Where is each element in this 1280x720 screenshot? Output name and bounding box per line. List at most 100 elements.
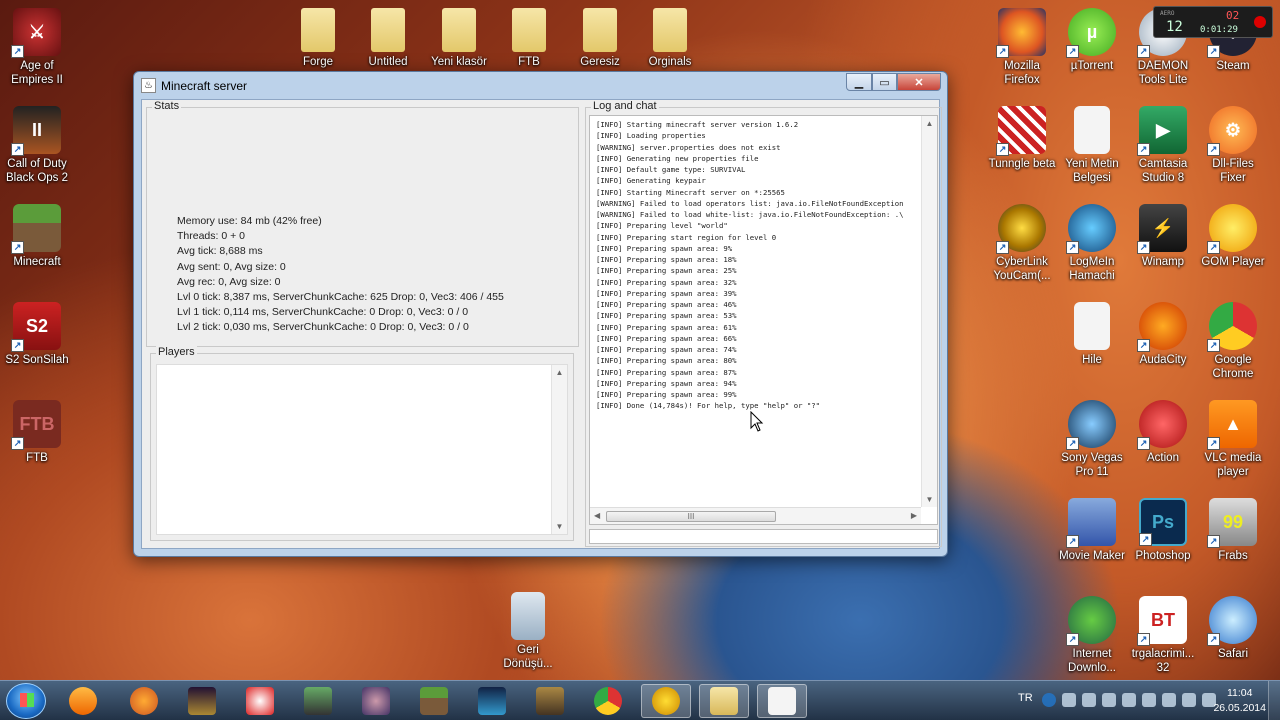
stat-avg-tick: Avg tick: 8,688 ms xyxy=(177,245,263,258)
desktop-icon-action[interactable]: ↗ Action xyxy=(1128,400,1198,465)
stat-lvl-1: Lvl 1 tick: 0,114 ms, ServerChunkCache: … xyxy=(177,306,469,319)
taskbar-game-1[interactable] xyxy=(293,684,343,718)
power-icon[interactable] xyxy=(1162,693,1176,707)
folder-icon xyxy=(371,8,405,52)
desktop-icon-age-of-empires[interactable]: ⚔ ↗ Age of Empires II xyxy=(2,8,72,87)
java-app-icon[interactable]: ♨ xyxy=(141,78,156,93)
desktop-icon-chrome[interactable]: ↗ Google Chrome xyxy=(1198,302,1268,381)
log-horizontal-scrollbar[interactable]: ◀ III ▶ xyxy=(590,507,921,524)
photoshop-icon: Ps ↗ xyxy=(1139,498,1187,546)
desktop-icon-hile[interactable]: Hile xyxy=(1057,302,1127,367)
desktop-icon-ftb[interactable]: FTB ↗ FTB xyxy=(2,400,72,465)
winamp-icon: ⚡ ↗ xyxy=(1137,204,1187,254)
scroll-thumb[interactable]: III xyxy=(606,511,776,522)
desktop-icon-vlc[interactable]: ▲ ↗ VLC media player xyxy=(1198,400,1268,479)
desktop-folder-yeni-klasor[interactable]: Yeni klasör xyxy=(424,8,494,69)
bluetooth-icon[interactable] xyxy=(1122,693,1136,707)
desktop-folder-geresiz[interactable]: Geresiz xyxy=(565,8,635,69)
scroll-down-icon[interactable]: ▼ xyxy=(552,522,567,531)
desktop-icon-idm[interactable]: ↗ Internet Downlo... xyxy=(1057,596,1127,675)
desktop-icon-minecraft[interactable]: ↗ Minecraft xyxy=(2,204,72,269)
desktop-icon-tunngle[interactable]: ↗ Tunngle beta xyxy=(987,106,1057,171)
log-vertical-scrollbar[interactable]: ▲ ▼ xyxy=(921,116,937,507)
log-line: [INFO] Preparing spawn area: 87% xyxy=(596,367,737,377)
desktop-icon-gom-player[interactable]: ↗ GOM Player xyxy=(1198,204,1268,269)
help-icon[interactable] xyxy=(1042,693,1056,707)
stat-lvl-2: Lvl 2 tick: 0,030 ms, ServerChunkCache: … xyxy=(177,321,469,334)
desktop-icon-sony-vegas[interactable]: ↗ Sony Vegas Pro 11 xyxy=(1057,400,1127,479)
record-icon[interactable] xyxy=(1254,16,1266,28)
folder-icon xyxy=(512,8,546,52)
tray-app-icon[interactable] xyxy=(1082,693,1096,707)
taskbar-media-player[interactable] xyxy=(58,684,108,718)
log-line: [INFO] Generating new properties file xyxy=(596,153,759,163)
log-line: [INFO] Preparing level "world" xyxy=(596,221,728,231)
show-hidden-icons-icon[interactable] xyxy=(1062,693,1076,707)
taskbar-s2[interactable] xyxy=(235,684,285,718)
desktop-icon-winamp[interactable]: ⚡ ↗ Winamp xyxy=(1128,204,1198,269)
desktop-icon-recycle-bin[interactable]: Geri Dönüşü... xyxy=(493,592,563,671)
ftb-icon: FTB ↗ xyxy=(11,400,61,450)
tray-app-icon[interactable] xyxy=(1102,693,1116,707)
desktop-icon-call-of-duty[interactable]: II ↗ Call of Duty Black Ops 2 xyxy=(2,106,72,185)
start-button[interactable] xyxy=(6,683,46,719)
taskbar-game-2[interactable] xyxy=(351,684,401,718)
language-indicator[interactable]: TR xyxy=(1018,692,1033,704)
desktop-icon-safari[interactable]: ↗ Safari xyxy=(1198,596,1268,661)
desktop-icon-text-document[interactable]: Yeni Metin Belgesi xyxy=(1057,106,1127,185)
taskbar-game-3[interactable] xyxy=(467,684,517,718)
taskbar-league-of-legends[interactable] xyxy=(177,684,227,718)
desktop-folder-ftb[interactable]: FTB xyxy=(494,8,564,69)
scroll-left-icon[interactable]: ◀ xyxy=(594,511,600,520)
taskbar-chrome[interactable] xyxy=(583,684,633,718)
desktop-icon-firefox[interactable]: ↗ Mozilla Firefox xyxy=(987,8,1057,87)
players-list[interactable]: ▲ ▼ xyxy=(156,364,568,535)
desktop-icon-photoshop[interactable]: Ps ↗ Photoshop xyxy=(1128,498,1198,563)
scroll-down-icon[interactable]: ▼ xyxy=(922,495,937,504)
maximize-button[interactable]: ▭ xyxy=(872,73,897,91)
desktop-icon-utorrent[interactable]: µ ↗ µTorrent xyxy=(1057,8,1127,73)
desktop-icon-fraps[interactable]: 99 ↗ Frabs xyxy=(1198,498,1268,563)
command-input[interactable] xyxy=(589,529,938,544)
minecraft-icon: ↗ xyxy=(11,204,61,254)
desktop-icon-camtasia[interactable]: ▶ ↗ Camtasia Studio 8 xyxy=(1128,106,1198,185)
taskbar-audio[interactable] xyxy=(641,684,691,718)
tray-app-icon[interactable] xyxy=(1142,693,1156,707)
taskbar-app-2[interactable] xyxy=(119,684,169,718)
players-scrollbar[interactable]: ▲ ▼ xyxy=(551,365,567,534)
log-label: Log and chat xyxy=(591,100,659,112)
taskbar: TR 11:04 26.05.2014 xyxy=(0,680,1280,720)
desktop-folder-orginals[interactable]: Orginals xyxy=(635,8,705,69)
java-icon xyxy=(768,687,796,715)
desktop-folder-forge[interactable]: Forge xyxy=(283,8,353,69)
desktop-icon-s2-sonsilah[interactable]: S2 ↗ S2 SonSilah xyxy=(2,302,72,367)
stats-lines: Memory use: 84 mb (42% free) Threads: 0 … xyxy=(177,214,504,336)
desktop-icon-audacity[interactable]: ↗ AudaCity xyxy=(1128,302,1198,367)
window-titlebar[interactable]: ♨ Minecraft server ▁ ▭ ✕ xyxy=(134,72,947,99)
taskbar-minecraft[interactable] xyxy=(409,684,459,718)
desktop-folder-untitled[interactable]: Untitled xyxy=(353,8,423,69)
scroll-right-icon[interactable]: ▶ xyxy=(911,511,917,520)
desktop-icon-trgalacrimi[interactable]: BT ↗ trgalacrimi... 32 xyxy=(1128,596,1198,675)
desktop-icon-hamachi[interactable]: ↗ LogMeIn Hamachi xyxy=(1057,204,1127,283)
taskbar-explorer[interactable] xyxy=(699,684,749,718)
taskbar-minecraft-server[interactable] xyxy=(757,684,807,718)
minimize-button[interactable]: ▁ xyxy=(846,73,872,91)
scroll-up-icon[interactable]: ▲ xyxy=(552,368,567,377)
log-line: [INFO] Done (14,784s)! For help, type "h… xyxy=(596,401,821,411)
taskbar-game-4[interactable] xyxy=(525,684,575,718)
scroll-up-icon[interactable]: ▲ xyxy=(922,119,937,128)
log-line: [INFO] Preparing spawn area: 61% xyxy=(596,322,737,332)
show-desktop-button[interactable] xyxy=(1268,681,1280,720)
network-icon[interactable] xyxy=(1182,693,1196,707)
desktop-icon-dll-files-fixer[interactable]: ⚙ ↗ Dll-Files Fixer xyxy=(1198,106,1268,185)
desktop-icon-movie-maker[interactable]: ↗ Movie Maker xyxy=(1057,498,1127,563)
desktop-icon-youcam[interactable]: ↗ CyberLink YouCam(... xyxy=(987,204,1057,283)
close-button[interactable]: ✕ xyxy=(897,73,941,91)
clock[interactable]: 11:04 26.05.2014 xyxy=(1213,686,1266,716)
headphones-icon xyxy=(652,687,680,715)
log-textarea[interactable]: [INFO] Starting minecraft server version… xyxy=(589,115,938,525)
clock-date: 26.05.2014 xyxy=(1213,702,1266,714)
utorrent-icon: µ ↗ xyxy=(1066,8,1116,58)
folder-icon xyxy=(442,8,476,52)
